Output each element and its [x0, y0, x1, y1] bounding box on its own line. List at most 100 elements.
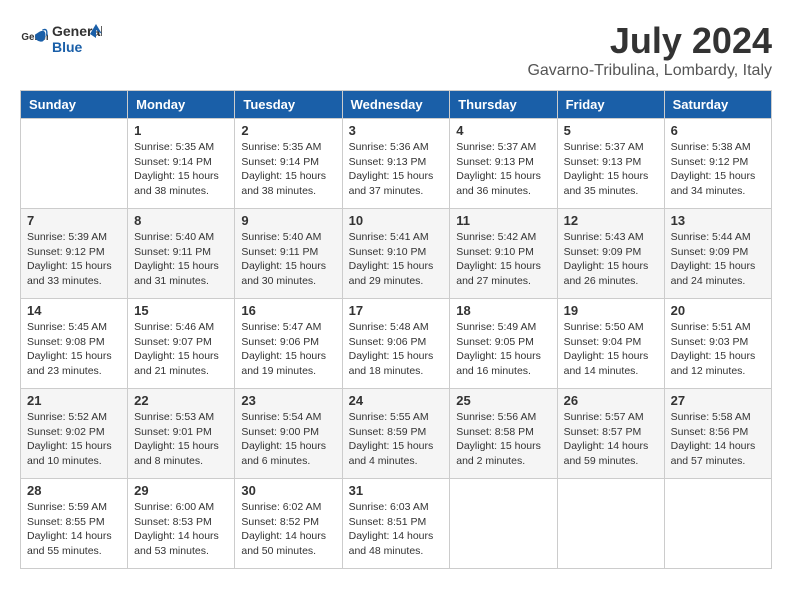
day-info: Sunrise: 5:39 AMSunset: 9:12 PMDaylight:… [27, 230, 121, 289]
day-info: Sunrise: 5:50 AMSunset: 9:04 PMDaylight:… [564, 320, 658, 379]
day-info: Sunrise: 5:56 AMSunset: 8:58 PMDaylight:… [456, 410, 550, 469]
day-number: 15 [134, 303, 228, 318]
calendar-cell: 16 Sunrise: 5:47 AMSunset: 9:06 PMDayligh… [235, 299, 342, 389]
day-number: 28 [27, 483, 121, 498]
calendar-cell: 31Sunrise: 6:03 AMSunset: 8:51 PMDayligh… [342, 479, 450, 569]
logo-text: General Blue [52, 20, 102, 60]
day-info: Sunrise: 5:40 AMSunset: 9:11 PMDaylight:… [134, 230, 228, 289]
calendar-cell: 28 Sunrise: 5:59 AMSunset: 8:55 PMDayligh… [21, 479, 128, 569]
day-info: Sunrise: 5:55 AMSunset: 8:59 PMDaylight:… [349, 410, 444, 469]
day-number: 16 [241, 303, 335, 318]
day-number: 10 [349, 213, 444, 228]
day-number: 8 [134, 213, 228, 228]
calendar-cell: 3Sunrise: 5:36 AMSunset: 9:13 PMDaylight… [342, 119, 450, 209]
day-info: Sunrise: 5:51 AMSunset: 9:03 PMDaylight:… [671, 320, 765, 379]
calendar-cell: 19 Sunrise: 5:50 AMSunset: 9:04 PMDayligh… [557, 299, 664, 389]
calendar-cell: 9 Sunrise: 5:40 AMSunset: 9:11 PMDaylight… [235, 209, 342, 299]
day-number: 18 [456, 303, 550, 318]
calendar-cell: 23 Sunrise: 5:54 AMSunset: 9:00 PMDayligh… [235, 389, 342, 479]
day-number: 12 [564, 213, 658, 228]
day-info: Sunrise: 5:40 AMSunset: 9:11 PMDaylight:… [241, 230, 335, 289]
week-row-5: 28 Sunrise: 5:59 AMSunset: 8:55 PMDayligh… [21, 479, 772, 569]
calendar-cell: 30 Sunrise: 6:02 AMSunset: 8:52 PMDayligh… [235, 479, 342, 569]
calendar-cell [664, 479, 771, 569]
calendar-cell: 15 Sunrise: 5:46 AMSunset: 9:07 PMDayligh… [128, 299, 235, 389]
calendar-cell: 17 Sunrise: 5:48 AMSunset: 9:06 PMDayligh… [342, 299, 450, 389]
day-number: 29 [134, 483, 228, 498]
day-info: Sunrise: 5:37 AMSunset: 9:13 PMDaylight:… [456, 140, 550, 199]
weekday-header-monday: Monday [128, 91, 235, 119]
calendar-cell: 7 Sunrise: 5:39 AMSunset: 9:12 PMDaylight… [21, 209, 128, 299]
day-info: Sunrise: 5:48 AMSunset: 9:06 PMDaylight:… [349, 320, 444, 379]
calendar-cell: 4Sunrise: 5:37 AMSunset: 9:13 PMDaylight… [450, 119, 557, 209]
calendar-cell: 20Sunrise: 5:51 AMSunset: 9:03 PMDayligh… [664, 299, 771, 389]
day-number: 17 [349, 303, 444, 318]
day-info: Sunrise: 5:53 AMSunset: 9:01 PMDaylight:… [134, 410, 228, 469]
day-number: 30 [241, 483, 335, 498]
calendar-cell: 22 Sunrise: 5:53 AMSunset: 9:01 PMDayligh… [128, 389, 235, 479]
week-row-1: 1Sunrise: 5:35 AMSunset: 9:14 PMDaylight… [21, 119, 772, 209]
day-number: 23 [241, 393, 335, 408]
calendar-cell [450, 479, 557, 569]
day-number: 2 [241, 123, 335, 138]
day-info: Sunrise: 6:00 AMSunset: 8:53 PMDaylight:… [134, 500, 228, 559]
weekday-header-row: SundayMondayTuesdayWednesdayThursdayFrid… [21, 91, 772, 119]
calendar-cell: 6Sunrise: 5:38 AMSunset: 9:12 PMDaylight… [664, 119, 771, 209]
calendar-cell: 25Sunrise: 5:56 AMSunset: 8:58 PMDayligh… [450, 389, 557, 479]
week-row-4: 21Sunrise: 5:52 AMSunset: 9:02 PMDayligh… [21, 389, 772, 479]
calendar-cell: 10 Sunrise: 5:41 AMSunset: 9:10 PMDayligh… [342, 209, 450, 299]
weekday-header-tuesday: Tuesday [235, 91, 342, 119]
weekday-header-thursday: Thursday [450, 91, 557, 119]
calendar-cell [557, 479, 664, 569]
logo-icon: General [20, 26, 48, 54]
day-info: Sunrise: 5:57 AMSunset: 8:57 PMDaylight:… [564, 410, 658, 469]
week-row-2: 7 Sunrise: 5:39 AMSunset: 9:12 PMDaylight… [21, 209, 772, 299]
calendar-cell: 1Sunrise: 5:35 AMSunset: 9:14 PMDaylight… [128, 119, 235, 209]
calendar-cell: 26 Sunrise: 5:57 AMSunset: 8:57 PMDayligh… [557, 389, 664, 479]
day-info: Sunrise: 5:41 AMSunset: 9:10 PMDaylight:… [349, 230, 444, 289]
month-title: July 2024 [527, 20, 772, 62]
day-info: Sunrise: 5:35 AMSunset: 9:14 PMDaylight:… [241, 140, 335, 199]
day-number: 22 [134, 393, 228, 408]
calendar-table: SundayMondayTuesdayWednesdayThursdayFrid… [20, 90, 772, 569]
day-number: 26 [564, 393, 658, 408]
day-info: Sunrise: 5:42 AMSunset: 9:10 PMDaylight:… [456, 230, 550, 289]
day-number: 19 [564, 303, 658, 318]
logo: General General Blue [20, 20, 102, 60]
day-info: Sunrise: 5:52 AMSunset: 9:02 PMDaylight:… [27, 410, 121, 469]
location-title: Gavarno-Tribulina, Lombardy, Italy [527, 62, 772, 80]
day-info: Sunrise: 6:02 AMSunset: 8:52 PMDaylight:… [241, 500, 335, 559]
header: General General Blue July 2024 Gavarno-T… [20, 20, 772, 80]
day-number: 5 [564, 123, 658, 138]
day-info: Sunrise: 5:44 AMSunset: 9:09 PMDaylight:… [671, 230, 765, 289]
calendar-cell: 12Sunrise: 5:43 AMSunset: 9:09 PMDayligh… [557, 209, 664, 299]
day-info: Sunrise: 5:54 AMSunset: 9:00 PMDaylight:… [241, 410, 335, 469]
day-number: 14 [27, 303, 121, 318]
day-number: 9 [241, 213, 335, 228]
weekday-header-saturday: Saturday [664, 91, 771, 119]
calendar-cell: 5Sunrise: 5:37 AMSunset: 9:13 PMDaylight… [557, 119, 664, 209]
weekday-header-wednesday: Wednesday [342, 91, 450, 119]
svg-text:Blue: Blue [52, 39, 83, 55]
calendar-cell: 27Sunrise: 5:58 AMSunset: 8:56 PMDayligh… [664, 389, 771, 479]
day-number: 11 [456, 213, 550, 228]
title-area: July 2024 Gavarno-Tribulina, Lombardy, I… [527, 20, 772, 80]
calendar-cell: 8 Sunrise: 5:40 AMSunset: 9:11 PMDaylight… [128, 209, 235, 299]
day-info: Sunrise: 5:38 AMSunset: 9:12 PMDaylight:… [671, 140, 765, 199]
calendar-cell: 2 Sunrise: 5:35 AMSunset: 9:14 PMDaylight… [235, 119, 342, 209]
day-number: 24 [349, 393, 444, 408]
day-info: Sunrise: 6:03 AMSunset: 8:51 PMDaylight:… [349, 500, 444, 559]
day-info: Sunrise: 5:35 AMSunset: 9:14 PMDaylight:… [134, 140, 228, 199]
day-info: Sunrise: 5:47 AMSunset: 9:06 PMDaylight:… [241, 320, 335, 379]
calendar-cell [21, 119, 128, 209]
day-info: Sunrise: 5:59 AMSunset: 8:55 PMDaylight:… [27, 500, 121, 559]
day-number: 7 [27, 213, 121, 228]
calendar-cell: 24 Sunrise: 5:55 AMSunset: 8:59 PMDayligh… [342, 389, 450, 479]
calendar-cell: 11 Sunrise: 5:42 AMSunset: 9:10 PMDayligh… [450, 209, 557, 299]
calendar-cell: 21Sunrise: 5:52 AMSunset: 9:02 PMDayligh… [21, 389, 128, 479]
day-info: Sunrise: 5:46 AMSunset: 9:07 PMDaylight:… [134, 320, 228, 379]
calendar-cell: 13Sunrise: 5:44 AMSunset: 9:09 PMDayligh… [664, 209, 771, 299]
week-row-3: 14Sunrise: 5:45 AMSunset: 9:08 PMDayligh… [21, 299, 772, 389]
logo-svg: General Blue [52, 20, 102, 60]
day-info: Sunrise: 5:58 AMSunset: 8:56 PMDaylight:… [671, 410, 765, 469]
